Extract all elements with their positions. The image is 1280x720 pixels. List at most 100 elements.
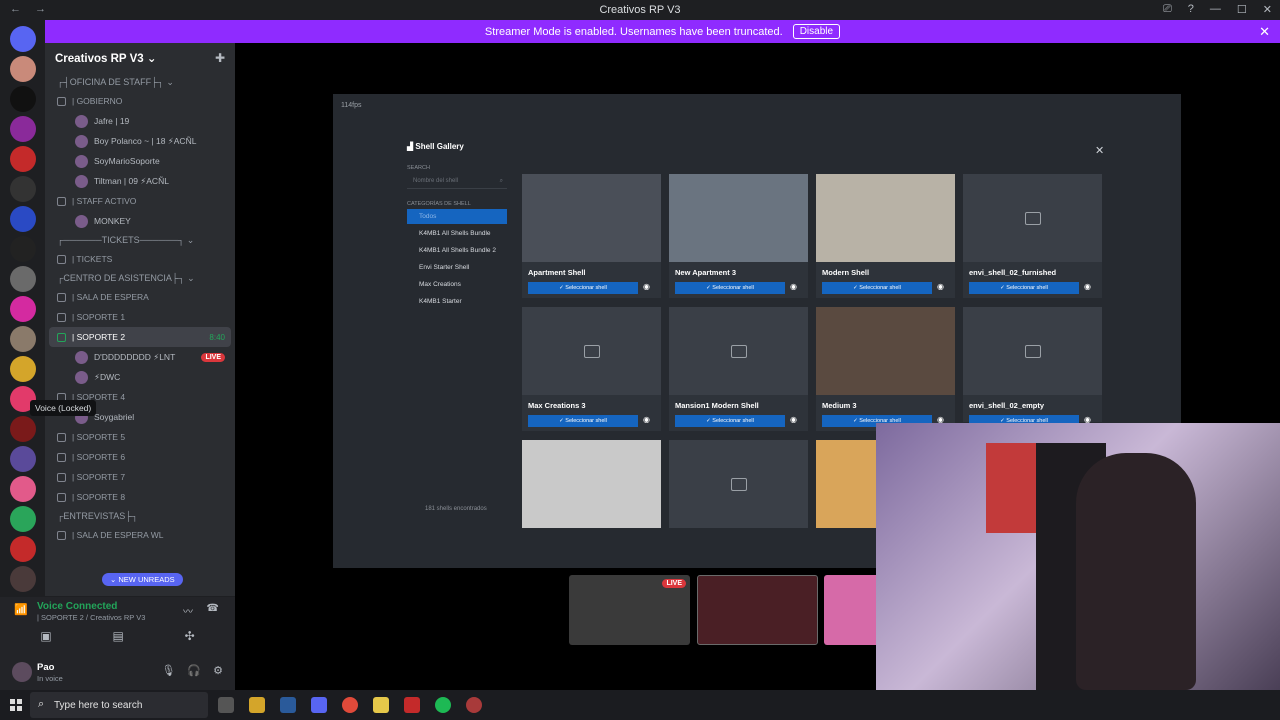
select-shell-button[interactable]: ✓ Seleccionar shell [675,282,785,294]
server-icon[interactable] [9,266,36,292]
headphones-icon[interactable]: 🎧 [187,664,201,677]
stream-tile[interactable]: LIVE [569,575,690,645]
server-icon[interactable] [9,356,36,382]
app-icon[interactable] [404,697,420,713]
channel-category[interactable]: ┌CENTRO DE ASISTENCIA├┐ ⌄ [45,269,235,287]
shell-card[interactable]: envi_shell_02_empty ✓ Seleccionar shell ◉ [963,307,1102,427]
voice-channel[interactable]: | SOPORTE 8 [45,487,235,507]
server-icon[interactable] [9,476,36,502]
shell-category-item[interactable]: Todos [407,209,507,224]
voice-channel[interactable]: | SALA DE ESPERA WL [45,525,235,545]
server-icon[interactable] [9,566,36,592]
server-header[interactable]: Creativos RP V3 ⌄ ✚ [45,43,235,73]
preview-eye-icon[interactable]: ◉ [790,282,797,291]
notepad-icon[interactable] [373,697,389,713]
camera-icon[interactable]: ▣ [40,629,51,643]
minimize-icon[interactable]: — [1210,3,1221,16]
voice-channel[interactable]: | SOPORTE 6 [45,447,235,467]
participant-tile[interactable] [697,575,818,645]
shell-card[interactable]: New Apartment 3 ✓ Seleccionar shell ◉ [669,174,808,298]
shell-card[interactable]: Medium 3 ✓ Seleccionar shell ◉ [816,307,955,431]
maximize-icon[interactable]: ☐ [1237,3,1247,16]
file-explorer-icon[interactable] [249,697,265,713]
shell-category-item[interactable]: K4MB1 All Shells Bundle [407,226,507,241]
shell-card[interactable]: Max Creations 3 ✓ Seleccionar shell ◉ [522,307,661,431]
banner-close-icon[interactable]: ✕ [1259,24,1270,40]
server-icon[interactable] [9,86,36,112]
search-input[interactable]: Nombre del shell ⌕ [407,175,507,189]
server-icon[interactable] [9,236,36,262]
server-icon[interactable] [9,176,36,202]
shell-card[interactable]: Apartment Shell ✓ Seleccionar shell ◉ [522,174,661,298]
voice-channel[interactable]: | SALA DE ESPERA [45,287,235,307]
shell-category-item[interactable]: Max Creations [407,277,507,292]
preview-eye-icon[interactable]: ◉ [1084,282,1091,291]
gallery-close-icon[interactable]: ✕ [1095,144,1104,157]
server-icon[interactable] [9,146,36,172]
shell-card[interactable] [816,440,876,528]
signal-icon[interactable]: 📶 [14,603,28,616]
server-icon[interactable] [9,326,36,352]
voice-channel[interactable]: | SOPORTE 2 / Creativos RP V3 [37,613,145,622]
discord-icon[interactable] [311,697,327,713]
add-member-icon[interactable]: ✚ [215,51,225,65]
server-icon[interactable] [9,446,36,472]
app-icon[interactable] [466,697,482,713]
windows-start-icon[interactable] [10,699,22,711]
settings-icon[interactable]: ⚙ [213,664,223,677]
spotify-icon[interactable] [435,697,451,713]
shell-category-item[interactable]: Envi Starter Shell [407,260,507,275]
disconnect-icon[interactable]: ☎ [207,603,219,614]
shell-card[interactable]: Mansion1 Modern Shell ✓ Seleccionar shell… [669,307,808,431]
inbox-icon[interactable]: ⎚ [1163,3,1172,16]
voice-channel[interactable]: | STAFF ACTIVO [45,191,235,211]
shell-category-item[interactable]: K4MB1 All Shells Bundle 2 [407,243,507,258]
taskbar-search[interactable]: ⌕ Type here to search [30,692,208,718]
shell-card[interactable] [669,440,808,528]
shell-card[interactable]: envi_shell_02_furnished ✓ Seleccionar she… [963,174,1102,298]
voice-member[interactable]: D'DDDDDDDD ⚡LNT LIVE [45,347,235,367]
participant-tile[interactable] [824,575,884,645]
username[interactable]: Pao [37,662,54,673]
voice-channel[interactable]: | TICKETS [45,249,235,269]
help-icon[interactable]: ? [1188,3,1194,16]
avatar[interactable] [12,662,32,682]
preview-eye-icon[interactable]: ◉ [790,415,797,424]
channel-category[interactable]: ┌ENTREVISTAS├┐ [45,507,235,525]
voice-status[interactable]: Voice Connected [37,601,117,612]
server-icon[interactable] [9,206,36,232]
voice-member[interactable]: Boy Polanco ~ | 18 ⚡ACÑL [45,131,235,151]
discord-home-icon[interactable] [9,26,36,52]
preview-eye-icon[interactable]: ◉ [643,415,650,424]
voice-member[interactable]: ⚡DWC [45,367,235,387]
activities-icon[interactable]: ✣ [185,629,195,643]
voice-channel[interactable]: | SOPORTE 2 8:40 [49,327,231,347]
select-shell-button[interactable]: ✓ Seleccionar shell [528,282,638,294]
voice-channel[interactable]: | SOPORTE 5 [45,427,235,447]
voice-member[interactable]: SoyMarioSoporte [45,151,235,171]
voice-channel[interactable]: | SOPORTE 1 [45,307,235,327]
steam-icon[interactable] [280,697,296,713]
noise-suppression-icon[interactable]: 〰 [183,603,193,618]
server-icon[interactable] [9,56,36,82]
shell-category-item[interactable]: K4MB1 Starter [407,294,507,309]
select-shell-button[interactable]: ✓ Seleccionar shell [969,282,1079,294]
close-icon[interactable]: ✕ [1263,3,1272,16]
select-shell-button[interactable]: ✓ Seleccionar shell [675,415,785,427]
task-view-icon[interactable] [218,697,234,713]
server-icon[interactable] [9,536,36,562]
microphone-icon[interactable]: 🎙 [161,664,175,677]
select-shell-button[interactable]: ✓ Seleccionar shell [822,282,932,294]
voice-member[interactable]: Tiltman | 09 ⚡ACÑL [45,171,235,191]
server-icon[interactable] [9,506,36,532]
select-shell-button[interactable]: ✓ Seleccionar shell [528,415,638,427]
voice-channel[interactable]: | GOBIERNO [45,91,235,111]
preview-eye-icon[interactable]: ◉ [643,282,650,291]
chrome-icon[interactable] [342,697,358,713]
server-icon[interactable] [9,116,36,142]
channel-category[interactable]: ┌──────TICKETS──────┐ ⌄ [45,231,235,249]
preview-eye-icon[interactable]: ◉ [937,282,944,291]
disable-button[interactable]: Disable [792,24,841,39]
screen-share-icon[interactable]: ▤ [112,629,123,643]
channel-category[interactable]: ┌┤OFICINA DE STAFF├┐ ⌄ [45,73,235,91]
